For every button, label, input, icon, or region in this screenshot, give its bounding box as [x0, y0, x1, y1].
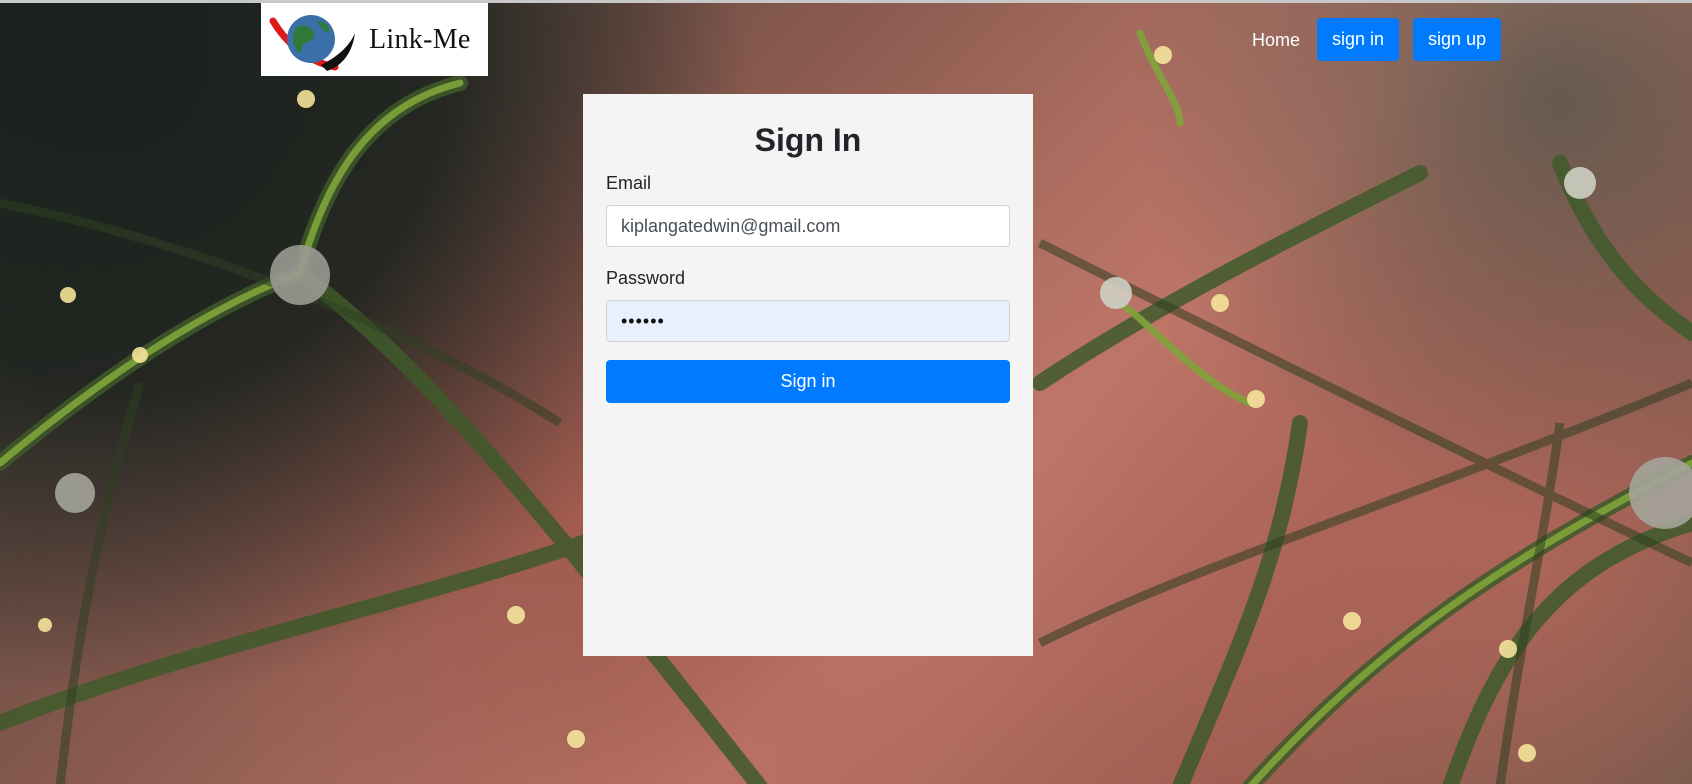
- nav-sign-up-button[interactable]: sign up: [1413, 18, 1502, 61]
- email-input[interactable]: kiplangatedwin@gmail.com: [606, 205, 1010, 247]
- nav-sign-in-button[interactable]: sign in: [1317, 18, 1400, 61]
- email-label: Email: [606, 173, 652, 193]
- nav-home-link[interactable]: Home: [1252, 30, 1300, 51]
- sign-in-title: Sign In: [754, 122, 862, 158]
- password-label: Password: [606, 268, 686, 288]
- password-input[interactable]: ••••••: [606, 300, 1010, 342]
- logo-text: Link-Me: [369, 23, 471, 55]
- top-nav: Home sign in sign up: [1252, 18, 1502, 61]
- sign-in-submit-button[interactable]: Sign in: [606, 360, 1010, 403]
- sign-in-card: Sign In Email kiplangatedwin@gmail.com P…: [583, 94, 1033, 656]
- page: Link-Me Home sign in sign up Sign In Ema…: [0, 0, 1692, 784]
- site-logo[interactable]: Link-Me: [261, 3, 488, 76]
- globe-swoosh-logo-icon: [269, 14, 355, 71]
